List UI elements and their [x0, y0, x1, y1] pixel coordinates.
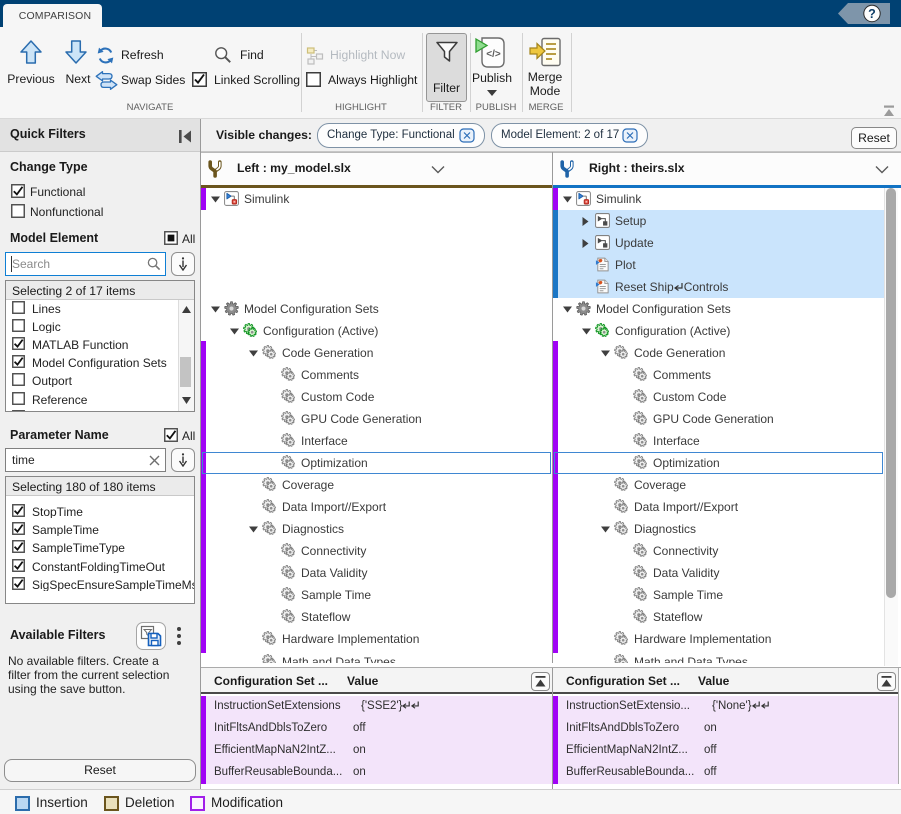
svg-text:?: ? [868, 7, 876, 21]
svg-text:</>: </> [486, 49, 501, 60]
